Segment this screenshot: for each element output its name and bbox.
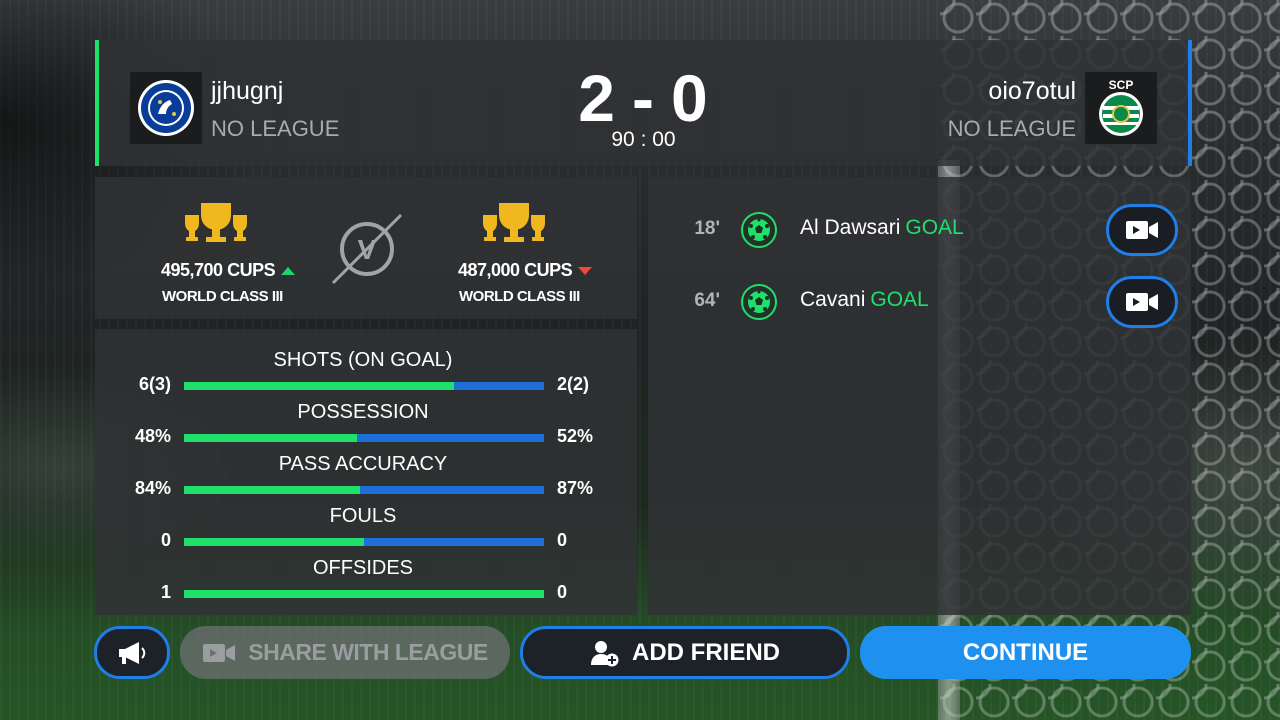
video-camera-icon bbox=[1126, 293, 1158, 311]
event-player: Cavani bbox=[800, 288, 866, 311]
event-minute: 64' bbox=[694, 290, 720, 311]
home-rank: WORLD CLASS III bbox=[162, 288, 283, 305]
add-user-icon bbox=[591, 640, 619, 666]
ball-icon bbox=[741, 284, 777, 320]
megaphone-icon bbox=[119, 641, 146, 664]
event-row: 18' Al Dawsari GOAL bbox=[648, 202, 1191, 258]
continue-button[interactable]: CONTINUE bbox=[860, 626, 1191, 679]
home-trophy-icon bbox=[183, 201, 249, 250]
stat-home-value: 48% bbox=[134, 426, 171, 446]
stat-title: PASS ACCURACY bbox=[278, 453, 448, 475]
stat-bar-home-fill bbox=[184, 434, 357, 442]
stat-title: OFFSIDES bbox=[312, 557, 413, 579]
event-description: Cavani GOAL bbox=[800, 288, 929, 312]
score-separator: - bbox=[632, 61, 655, 135]
stat-away-value: 0 bbox=[557, 530, 568, 550]
stat-home-value: 6(3) bbox=[138, 374, 171, 394]
stat-bar bbox=[184, 486, 544, 494]
stat-bar-home-fill bbox=[184, 486, 361, 494]
add-friend-button[interactable]: ADD FRIEND bbox=[520, 626, 850, 679]
stat-away-value: 2(2) bbox=[557, 374, 590, 394]
match-events-panel: 18' Al Dawsari GOAL 64' Cavani GOAL bbox=[648, 177, 1191, 615]
trend-down-icon bbox=[578, 267, 593, 276]
stat-away-value: 87% bbox=[557, 478, 594, 498]
cups-panel: 495,700 CUPS WORLD CLASS III V 487,000 C… bbox=[95, 177, 637, 319]
stat-title: FOULS bbox=[329, 505, 397, 527]
share-button-label: SHARE WITH LEAGUE bbox=[248, 639, 488, 665]
stat-away-value: 52% bbox=[557, 426, 594, 446]
away-score: 0 bbox=[670, 61, 709, 135]
stat-bar bbox=[184, 382, 544, 390]
video-camera-icon bbox=[1126, 221, 1158, 239]
home-cups-value: 495,700 CUPS bbox=[161, 260, 276, 280]
replay-button[interactable] bbox=[1106, 276, 1178, 328]
stat-bar bbox=[184, 434, 544, 442]
away-team-name: oio7otul bbox=[988, 77, 1076, 105]
svg-text:SCP: SCP bbox=[1109, 78, 1134, 92]
stat-bar bbox=[184, 590, 544, 598]
stat-bar-home-fill bbox=[184, 382, 454, 390]
stat-bar-home-fill bbox=[184, 538, 364, 546]
versus-icon: V bbox=[329, 211, 407, 290]
stat-title: SHOTS (ON GOAL) bbox=[273, 349, 453, 371]
announce-button[interactable] bbox=[94, 626, 170, 679]
replay-button[interactable] bbox=[1106, 204, 1178, 256]
away-cups: 487,000 CUPS bbox=[458, 260, 593, 281]
away-rank: WORLD CLASS III bbox=[459, 288, 580, 305]
home-cups: 495,700 CUPS bbox=[161, 260, 296, 281]
event-type: GOAL bbox=[870, 288, 929, 311]
event-description: Al Dawsari GOAL bbox=[800, 216, 964, 240]
continue-label: CONTINUE bbox=[962, 638, 1089, 666]
stats-panel: SHOTS (ON GOAL) 6(3) 2(2) POSSESSION 48%… bbox=[95, 329, 637, 615]
stat-away-value: 0 bbox=[557, 582, 568, 602]
stat-title: POSSESSION bbox=[297, 401, 429, 423]
away-team-league: NO LEAGUE bbox=[947, 116, 1076, 141]
event-minute: 18' bbox=[694, 218, 720, 239]
home-score: 2 bbox=[578, 61, 616, 135]
event-row: 64' Cavani GOAL bbox=[648, 274, 1191, 330]
event-player: Al Dawsari bbox=[800, 216, 901, 239]
stat-home-value: 0 bbox=[160, 530, 171, 550]
video-camera-icon bbox=[203, 643, 236, 662]
away-trophy-icon bbox=[481, 201, 547, 250]
stat-bar-home-fill bbox=[184, 590, 544, 598]
share-with-league-button[interactable]: SHARE WITH LEAGUE bbox=[180, 626, 510, 679]
stat-home-value: 1 bbox=[160, 582, 171, 602]
match-header: jjhugnj NO LEAGUE 2-0 90 : 00 oio7otul N… bbox=[95, 40, 1192, 166]
event-type: GOAL bbox=[905, 216, 964, 239]
stat-home-value: 84% bbox=[134, 478, 171, 498]
stat-bar bbox=[184, 538, 544, 546]
add-friend-label: ADD FRIEND bbox=[632, 638, 780, 666]
svg-text:V: V bbox=[358, 234, 377, 265]
trend-up-icon bbox=[281, 267, 296, 276]
away-cups-value: 487,000 CUPS bbox=[458, 260, 573, 280]
away-crest-icon: SCP bbox=[1085, 72, 1157, 144]
ball-icon bbox=[741, 212, 777, 248]
